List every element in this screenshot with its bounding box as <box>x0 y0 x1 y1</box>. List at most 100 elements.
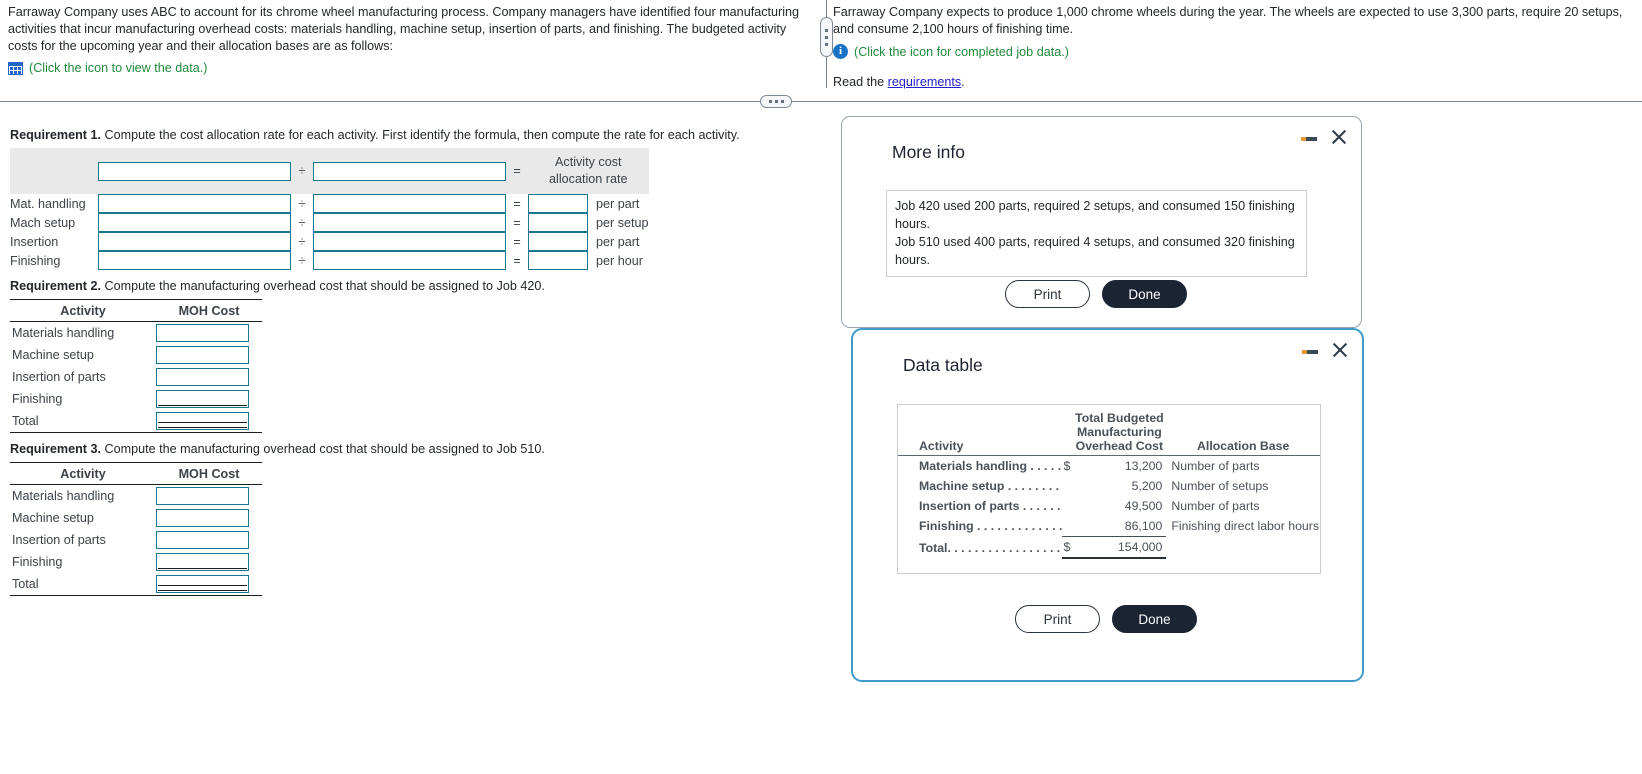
dt-activity-insertion-of-parts: Insertion of parts . . . . . . <box>919 499 1061 513</box>
r2-cell-insertion-of-parts <box>156 366 262 388</box>
formula-denominator-input[interactable] <box>313 161 506 181</box>
divide-symbol: ÷ <box>298 215 306 230</box>
table-row: Mach setup ÷ = per setup <box>10 213 649 232</box>
r2-total-input[interactable] <box>156 412 249 430</box>
r3-insertion-of-parts-input[interactable] <box>156 531 249 549</box>
denominator-cell <box>313 251 506 270</box>
r3-total-input[interactable] <box>156 575 249 593</box>
insertion-denominator-input[interactable] <box>313 232 506 251</box>
header-spacer <box>10 148 98 194</box>
dt-activity-materials-handling: Materials handling . . . . . <box>919 459 1062 473</box>
dt-col-activity: Activity <box>919 439 964 453</box>
table-row: Finishing . . . . . . . . . . . . . 86,1… <box>898 516 1320 537</box>
dt-col-cost-line-2: Manufacturing <box>1077 425 1162 439</box>
table-row: Materials handling <box>10 322 262 345</box>
r2-insertion-of-parts-input[interactable] <box>156 368 249 386</box>
mach-setup-denominator-input[interactable] <box>313 213 506 232</box>
equals-symbol: = <box>513 196 521 211</box>
r2-label-insertion-of-parts: Insertion of parts <box>12 370 106 384</box>
row-label-mat-handling: Mat. handling <box>10 196 86 211</box>
mach-setup-rate-input[interactable] <box>528 213 588 232</box>
more-info-content-box: Job 420 used 200 parts, required 2 setup… <box>886 190 1307 277</box>
mat-handling-denominator-input[interactable] <box>313 194 506 213</box>
table-body: Materials handling Machine setup Inserti… <box>10 322 262 433</box>
finishing-numerator-input[interactable] <box>98 251 291 270</box>
r3-cell-materials-handling <box>156 485 262 508</box>
r3-cell-total <box>156 573 262 596</box>
table-row: Total <box>10 410 262 433</box>
r2-label-total: Total <box>10 410 156 433</box>
table-row: Machine setup . . . . . . . . 5,200 Numb… <box>898 476 1320 496</box>
additional-info-panel: Farraway Company expects to produce 1,00… <box>833 4 1633 89</box>
requirement-3-table: Activity MOH Cost Materials handling Mac… <box>10 462 262 596</box>
formula-denominator-header-cell <box>313 148 506 194</box>
more-info-done-button[interactable]: Done <box>1102 280 1187 308</box>
table-row: Insertion ÷ = per part <box>10 232 649 251</box>
finishing-denominator-input[interactable] <box>313 251 506 270</box>
handle-dot <box>825 28 828 32</box>
r2-machine-setup-input[interactable] <box>156 346 249 364</box>
mat-handling-numerator-input[interactable] <box>98 194 291 213</box>
dt-activity-finishing: Finishing . . . . . . . . . . . . . <box>919 519 1063 533</box>
dt-activity-machine-setup: Machine setup . . . . . . . . <box>919 479 1060 493</box>
data-table-done-button[interactable]: Done <box>1112 605 1197 633</box>
view-data-link-row[interactable]: (Click the icon to view the data.) <box>8 61 808 75</box>
info-icon[interactable]: i <box>833 44 848 59</box>
requirements-link[interactable]: requirements <box>888 75 962 89</box>
r2-cell-total <box>156 410 262 433</box>
divide-symbol: ÷ <box>298 196 306 211</box>
table-header-row: Activity MOH Cost <box>10 462 262 485</box>
finishing-rate-input[interactable] <box>528 251 588 270</box>
r3-machine-setup-input[interactable] <box>156 509 249 527</box>
data-table-dialog: Data table Activity Total Budgeted Manuf… <box>851 328 1364 682</box>
requirement-3-heading: Requirement 3. Compute the manufacturing… <box>10 442 810 456</box>
data-table-icon[interactable] <box>8 61 23 75</box>
divide-symbol: ÷ <box>298 234 306 249</box>
table-header-row: Activity Total Budgeted Manufacturing Ov… <box>898 405 1320 455</box>
table-row: Insertion of parts <box>10 366 262 388</box>
divide-symbol: ÷ <box>298 253 306 268</box>
horizontal-splitter-handle[interactable] <box>760 95 792 108</box>
col-moh-cost: MOH Cost <box>156 299 262 322</box>
mach-setup-numerator-input[interactable] <box>98 213 291 232</box>
vertical-splitter-handle[interactable] <box>820 17 833 57</box>
insertion-numerator-input[interactable] <box>98 232 291 251</box>
minimize-icon[interactable] <box>1301 129 1317 145</box>
numerator-cell <box>98 213 291 232</box>
row-label-finishing: Finishing <box>10 253 61 268</box>
r2-materials-handling-input[interactable] <box>156 324 249 342</box>
view-data-note[interactable]: (Click the icon to view the data.) <box>29 61 208 75</box>
r3-finishing-input[interactable] <box>156 553 249 571</box>
problem-paragraph: Farraway Company uses ABC to account for… <box>8 5 799 53</box>
close-icon[interactable] <box>1332 342 1348 358</box>
completed-job-data-link-row[interactable]: i (Click the icon for completed job data… <box>833 44 1633 59</box>
r2-finishing-input[interactable] <box>156 390 249 408</box>
table-row-total: Total. . . . . . . . . . . . . . . . . $… <box>898 536 1320 559</box>
dt-col-cost-line-3: Overhead Cost <box>1075 439 1164 453</box>
more-info-actions: Print Done <box>1005 280 1187 308</box>
handle-dot <box>780 100 784 103</box>
formula-numerator-input[interactable] <box>98 161 291 181</box>
completed-job-note[interactable]: (Click the icon for completed job data.) <box>854 45 1069 59</box>
dt-base-machine-setup: Number of setups <box>1171 479 1269 493</box>
data-table-print-button[interactable]: Print <box>1015 605 1100 633</box>
dt-amount-materials-handling: 13,200 <box>1124 459 1163 473</box>
handle-dot <box>825 35 828 39</box>
handle-dot <box>768 100 772 103</box>
dt-base-insertion-of-parts: Number of parts <box>1171 499 1260 513</box>
minimize-icon[interactable] <box>1302 342 1318 358</box>
col-activity: Activity <box>10 299 156 322</box>
mat-handling-rate-input[interactable] <box>528 194 588 213</box>
insertion-rate-input[interactable] <box>528 232 588 251</box>
more-info-print-button[interactable]: Print <box>1005 280 1090 308</box>
table-header-row: Activity MOH Cost <box>10 299 262 322</box>
dt-currency-materials-handling: $ <box>1063 459 1071 473</box>
formula-header-row: ÷ = Activity cost allocation rate <box>10 148 649 194</box>
requirement-1-table: ÷ = Activity cost allocation rate Mat. h… <box>10 148 649 270</box>
close-icon[interactable] <box>1331 129 1347 145</box>
dt-currency-finishing <box>1062 516 1073 537</box>
data-table-title: Data table <box>903 355 983 375</box>
requirement-1-text: Compute the cost allocation rate for eac… <box>100 128 740 142</box>
r3-materials-handling-input[interactable] <box>156 487 249 505</box>
read-prefix: Read the <box>833 75 888 89</box>
